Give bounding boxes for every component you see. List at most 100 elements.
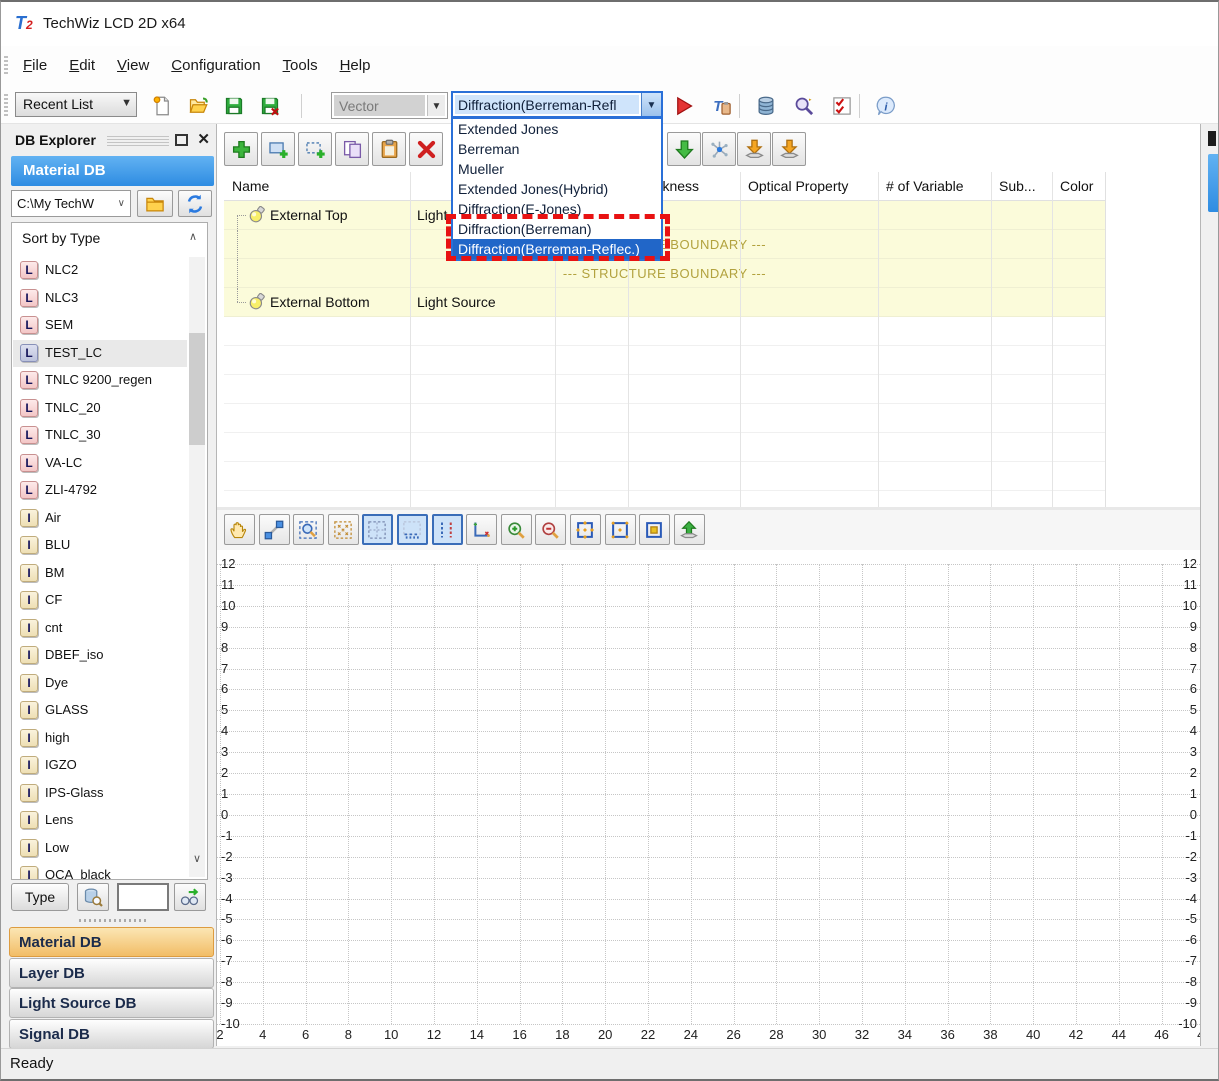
database-button[interactable] bbox=[751, 92, 781, 120]
list-item-IPS-Glass[interactable]: IIPS-Glass bbox=[13, 780, 187, 807]
y-axis-toggle-button[interactable] bbox=[432, 514, 463, 545]
dropdown-option[interactable]: Diffraction(Berreman-Reflec.) bbox=[453, 239, 661, 259]
apply-button[interactable]: T bbox=[707, 92, 737, 120]
layer-row[interactable]: External BottomLight Source bbox=[224, 288, 1105, 317]
list-item-NLC3[interactable]: LNLC3 bbox=[13, 285, 187, 312]
menu-item-tools[interactable]: Tools bbox=[277, 55, 324, 76]
list-item-OCA_black[interactable]: IOCA_black bbox=[13, 862, 187, 880]
add-region-button[interactable] bbox=[298, 132, 332, 166]
zoom-region-button[interactable] bbox=[293, 514, 324, 545]
dropdown-option[interactable]: Diffraction(E-Jones) bbox=[453, 199, 661, 219]
measure-button[interactable] bbox=[259, 514, 290, 545]
list-item-Low[interactable]: ILow bbox=[13, 835, 187, 862]
menu-item-configuration[interactable]: Configuration bbox=[165, 55, 266, 76]
chart-export-button[interactable] bbox=[674, 514, 705, 545]
add-layer-button[interactable] bbox=[261, 132, 295, 166]
db-path-combo[interactable]: C:\My TechW ∨ bbox=[11, 190, 131, 217]
list-item-GLASS[interactable]: IGLASS bbox=[13, 697, 187, 724]
chart-plot-area[interactable]: 12121111101099887766554433221100-1-1-2-2… bbox=[217, 550, 1200, 1046]
grid-pattern-button[interactable] bbox=[328, 514, 359, 545]
list-item-TNLC_30[interactable]: LTNLC_30 bbox=[13, 422, 187, 449]
scrollbar-thumb[interactable] bbox=[189, 333, 205, 445]
export-alt-button[interactable] bbox=[772, 132, 806, 166]
move-down-button[interactable] bbox=[667, 132, 701, 166]
fit-selection-button[interactable] bbox=[605, 514, 636, 545]
list-item-Dye[interactable]: IDye bbox=[13, 670, 187, 697]
material-list-header[interactable]: Sort by Type ∧ bbox=[12, 223, 207, 253]
find-next-button[interactable] bbox=[174, 883, 206, 911]
chevron-up-icon[interactable]: ∧ bbox=[189, 230, 197, 243]
type-button[interactable]: Type bbox=[11, 883, 69, 911]
check-options-button[interactable] bbox=[827, 92, 857, 120]
list-item-TEST_LC[interactable]: LTEST_LC bbox=[13, 340, 187, 367]
list-item-IGZO[interactable]: IIGZO bbox=[13, 752, 187, 779]
db-tab-signal-db[interactable]: Signal DB bbox=[9, 1019, 214, 1049]
export-button[interactable] bbox=[737, 132, 771, 166]
save-as-button[interactable] bbox=[255, 92, 285, 120]
menu-grip[interactable] bbox=[4, 56, 8, 76]
menu-item-file[interactable]: File bbox=[17, 55, 53, 76]
save-button[interactable] bbox=[219, 92, 249, 120]
panel-drag-lines[interactable] bbox=[107, 136, 169, 147]
calc-method-combo[interactable]: Diffraction(Berreman-Refl ▼ bbox=[451, 91, 663, 118]
dock-splitter[interactable] bbox=[79, 919, 149, 922]
menu-item-edit[interactable]: Edit bbox=[63, 55, 101, 76]
vector-combo[interactable]: Vector ▼ bbox=[331, 92, 448, 119]
zoom-in-button[interactable] bbox=[501, 514, 532, 545]
db-tab-material-db[interactable]: Material DB bbox=[9, 927, 214, 957]
list-item-NLC2[interactable]: LNLC2 bbox=[13, 257, 187, 284]
float-panel-button[interactable] bbox=[175, 134, 188, 146]
zoom-out-button[interactable] bbox=[535, 514, 566, 545]
list-scrollbar[interactable] bbox=[189, 257, 205, 877]
axes-button[interactable] bbox=[466, 514, 497, 545]
refresh-button[interactable] bbox=[178, 190, 212, 217]
list-item-DBEF_iso[interactable]: IDBEF_iso bbox=[13, 642, 187, 669]
db-config-button[interactable] bbox=[789, 92, 819, 120]
list-item-SEM[interactable]: LSEM bbox=[13, 312, 187, 339]
db-tab-light-source-db[interactable]: Light Source DB bbox=[9, 988, 214, 1018]
region-button[interactable] bbox=[639, 514, 670, 545]
pan-button[interactable] bbox=[224, 514, 255, 545]
open-button[interactable] bbox=[183, 92, 213, 120]
copy-button[interactable] bbox=[335, 132, 369, 166]
list-item-high[interactable]: Ihigh bbox=[13, 725, 187, 752]
list-item-TNLC 9200_regen[interactable]: LTNLC 9200_regen bbox=[13, 367, 187, 394]
boundary-row[interactable]: --- STRUCTURE BOUNDARY --- bbox=[224, 259, 1105, 288]
boundary-row[interactable]: --- STRUCTURE BOUNDARY --- bbox=[224, 230, 1105, 259]
menu-item-view[interactable]: View bbox=[111, 55, 155, 76]
dropdown-option[interactable]: Mueller bbox=[453, 159, 661, 179]
dropdown-option[interactable]: Extended Jones(Hybrid) bbox=[453, 179, 661, 199]
dropdown-option[interactable]: Extended Jones bbox=[453, 119, 661, 139]
layer-row[interactable]: External TopLight Source bbox=[224, 201, 1105, 230]
chevron-down-icon[interactable]: ∨ bbox=[193, 852, 201, 865]
list-item-CF[interactable]: ICF bbox=[13, 587, 187, 614]
menu-item-help[interactable]: Help bbox=[334, 55, 377, 76]
list-item-Lens[interactable]: ILens bbox=[13, 807, 187, 834]
add-button[interactable] bbox=[224, 132, 258, 166]
recent-list-combo[interactable]: Recent List ▼ bbox=[15, 92, 137, 117]
toolbar-grip[interactable] bbox=[4, 94, 8, 118]
dropdown-option[interactable]: Diffraction(Berreman) bbox=[453, 219, 661, 239]
list-item-TNLC_20[interactable]: LTNLC_20 bbox=[13, 395, 187, 422]
search-input[interactable] bbox=[117, 883, 169, 911]
x-axis-toggle-button[interactable] bbox=[397, 514, 428, 545]
structure-3d-button[interactable] bbox=[702, 132, 736, 166]
db-search-button[interactable] bbox=[77, 883, 109, 911]
grid-toggle-button[interactable] bbox=[362, 514, 393, 545]
paste-button[interactable] bbox=[372, 132, 406, 166]
open-folder-button[interactable] bbox=[137, 190, 173, 217]
list-item-VA-LC[interactable]: LVA-LC bbox=[13, 450, 187, 477]
fit-all-button[interactable] bbox=[570, 514, 601, 545]
list-item-BM[interactable]: IBM bbox=[13, 560, 187, 587]
list-item-ZLI-4792[interactable]: LZLI-4792 bbox=[13, 477, 187, 504]
dropdown-option[interactable]: Berreman bbox=[453, 139, 661, 159]
run-button[interactable] bbox=[669, 92, 699, 120]
list-item-BLU[interactable]: IBLU bbox=[13, 532, 187, 559]
list-item-Air[interactable]: IAir bbox=[13, 505, 187, 532]
close-panel-button[interactable]: ✕ bbox=[197, 130, 210, 148]
list-item-cnt[interactable]: Icnt bbox=[13, 615, 187, 642]
info-button[interactable]: i bbox=[871, 92, 901, 120]
delete-button[interactable] bbox=[409, 132, 443, 166]
db-tab-layer-db[interactable]: Layer DB bbox=[9, 958, 214, 988]
new-file-button[interactable] bbox=[147, 92, 177, 120]
